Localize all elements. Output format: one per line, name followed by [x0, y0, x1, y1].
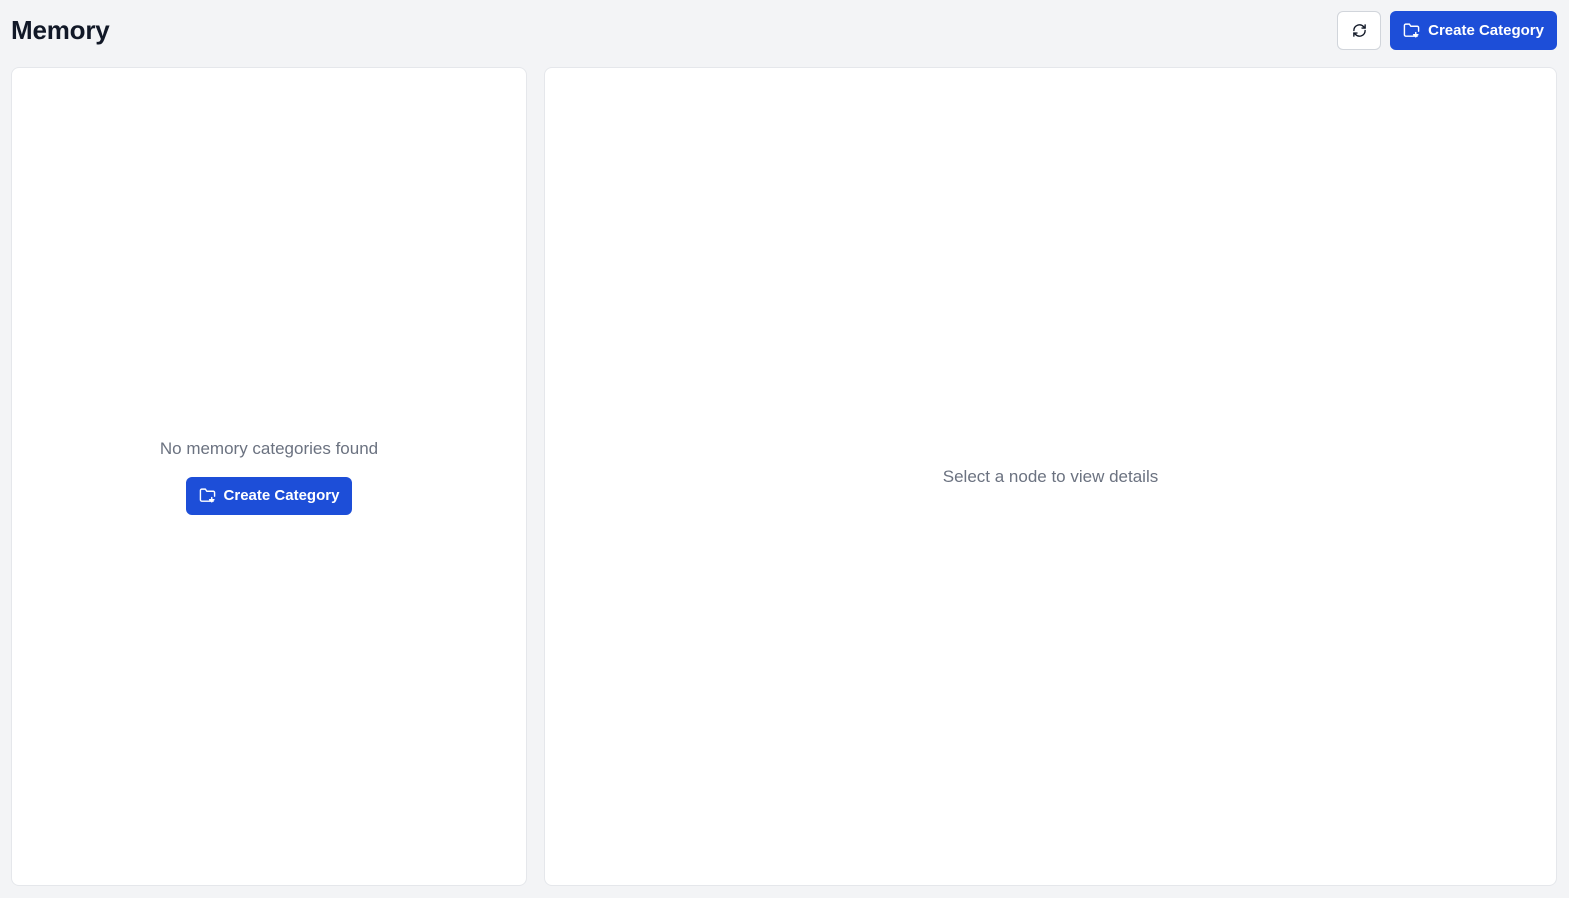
page-header: Memory Create Category: [11, 10, 1557, 50]
header-actions: Create Category: [1337, 10, 1557, 50]
details-placeholder: Select a node to view details: [942, 466, 1159, 486]
folder-plus-icon: [199, 487, 216, 504]
empty-state-message: No memory categories found: [159, 438, 379, 458]
memory-page: Memory Create Category No memory categor…: [0, 0, 1569, 898]
empty-state-create-category-label: Create Category: [223, 487, 340, 504]
node-details-panel: Select a node to view details: [544, 67, 1557, 886]
refresh-button[interactable]: [1337, 10, 1382, 50]
create-category-label: Create Category: [1428, 21, 1544, 39]
create-category-button[interactable]: Create Category: [1390, 10, 1557, 50]
refresh-icon: [1352, 23, 1367, 38]
folder-plus-icon: [1403, 22, 1420, 39]
category-tree-panel: No memory categories found Create Catego…: [11, 67, 527, 886]
page-title: Memory: [11, 14, 110, 45]
empty-state-create-category-button[interactable]: Create Category: [185, 476, 353, 515]
